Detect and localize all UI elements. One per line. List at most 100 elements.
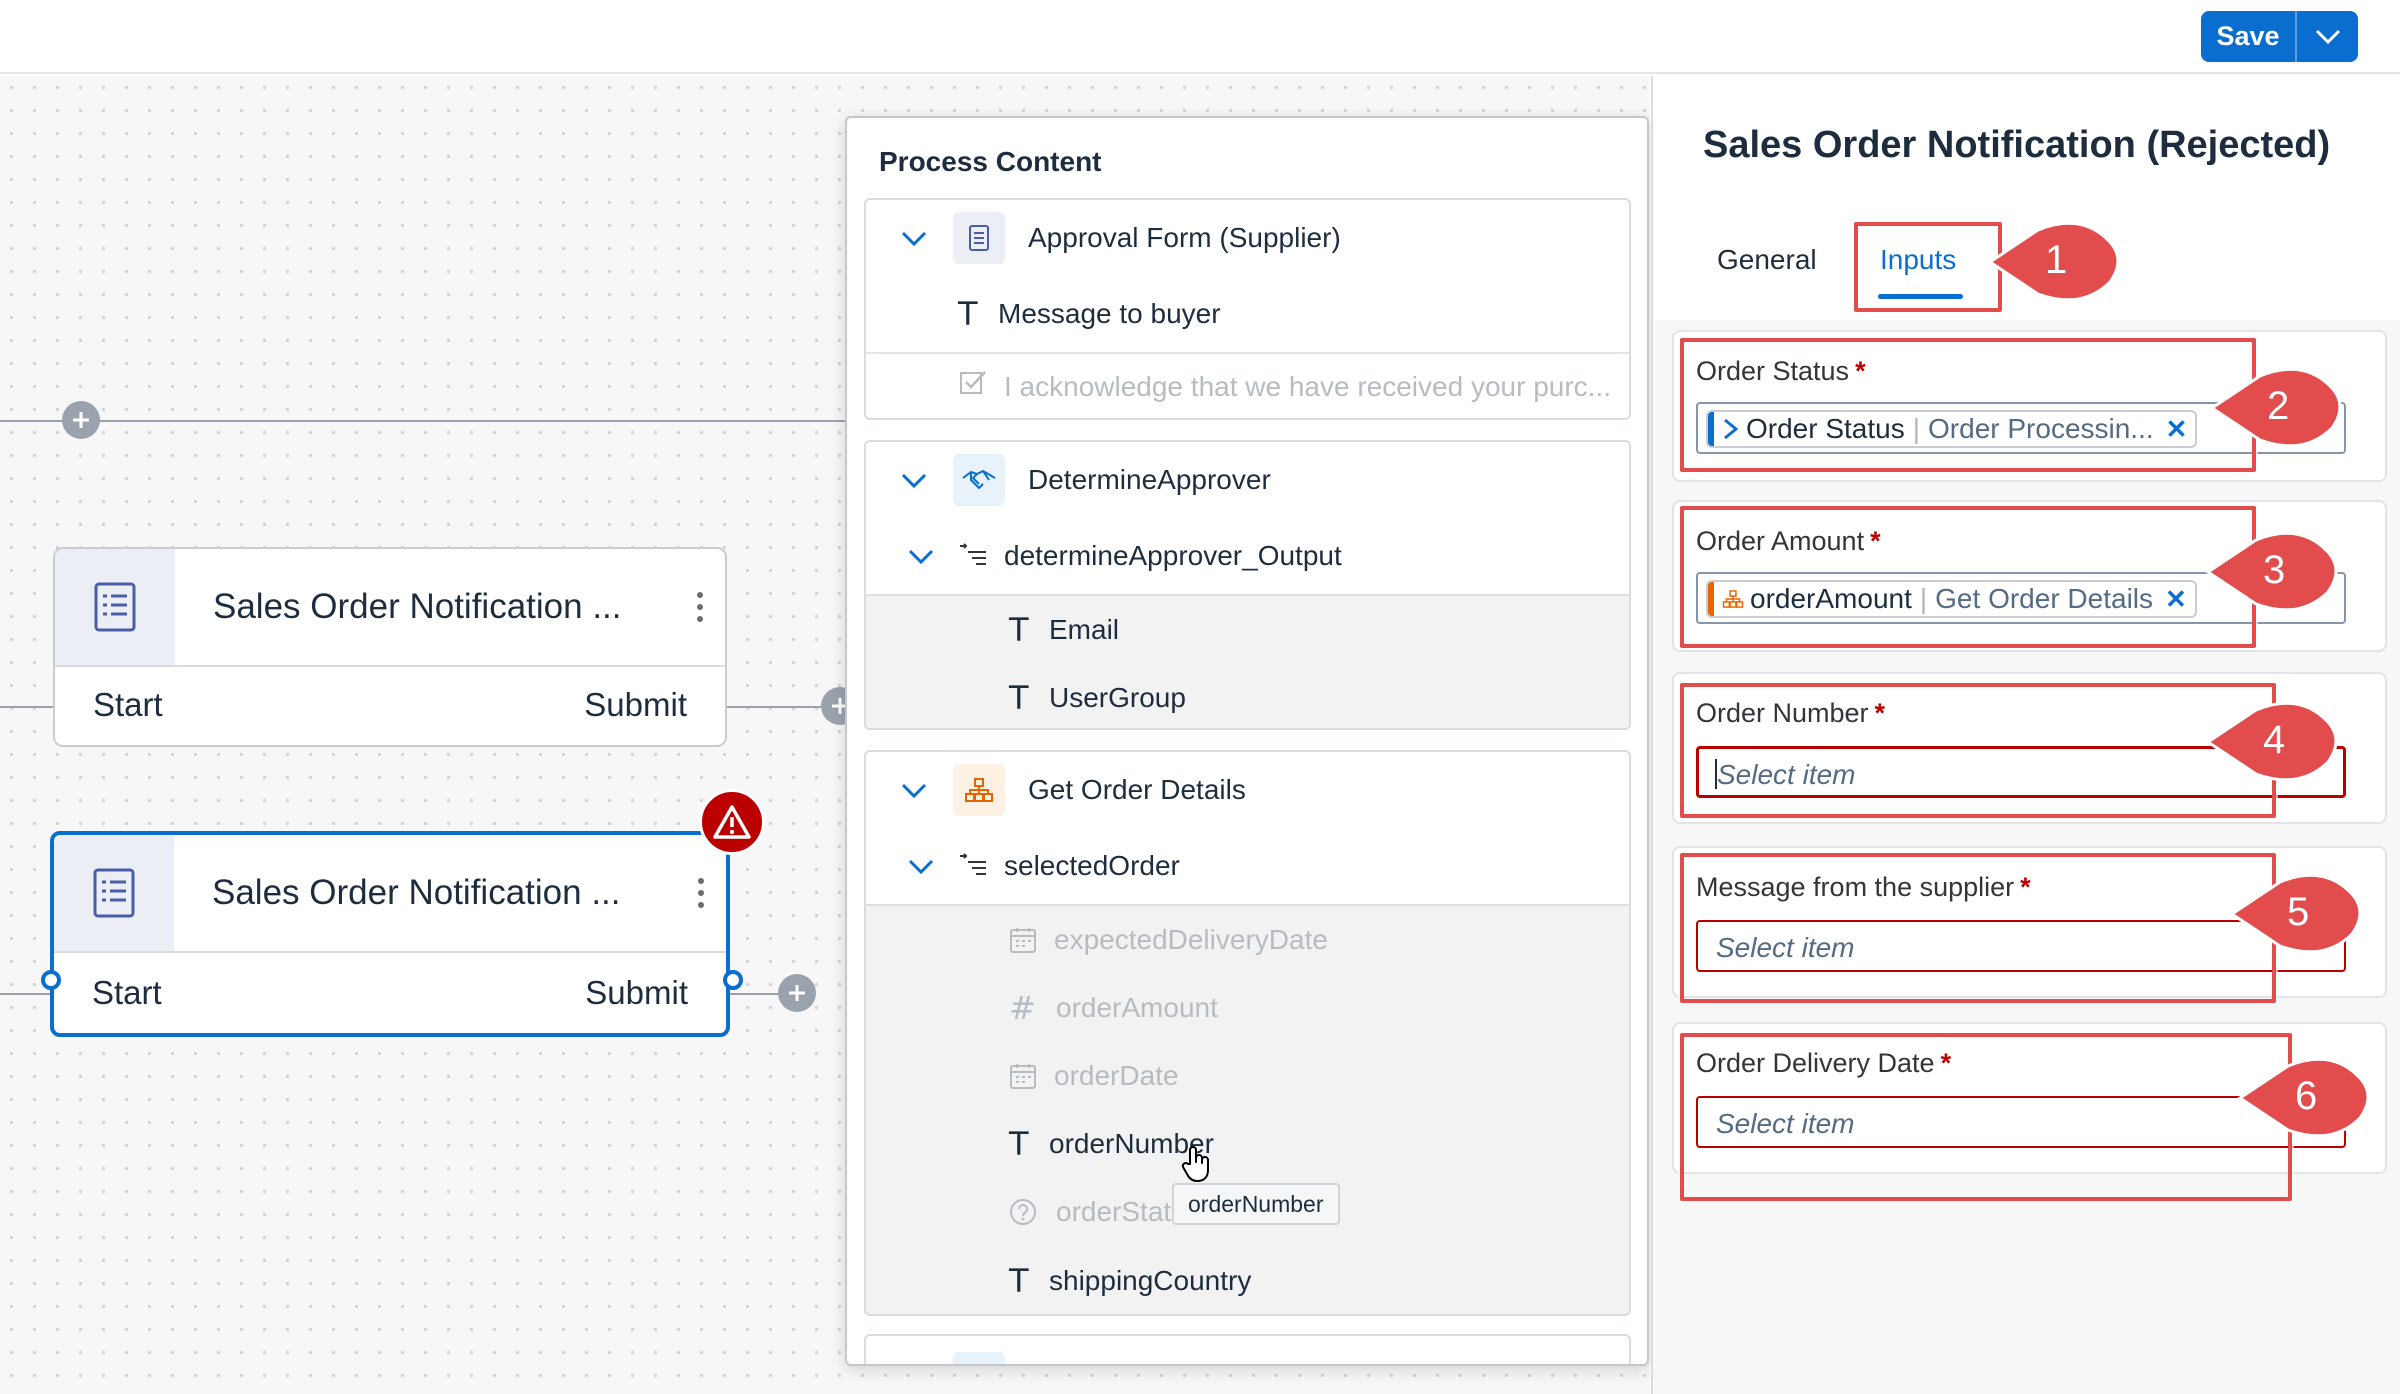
annotation-highlight-5 — [1680, 853, 2276, 1003]
plus-icon — [789, 985, 805, 1001]
node-footer: Start Submit — [55, 665, 725, 745]
item-label: shippingCountry — [1049, 1265, 1252, 1296]
group-header[interactable]: Get Order Details — [866, 752, 1629, 828]
item-label: Message to buyer — [998, 298, 1221, 329]
annotation-highlight-2 — [1680, 338, 2256, 472]
annotation-highlight-1 — [1854, 222, 2002, 312]
top-toolbar: Save — [0, 0, 2400, 74]
unknown-type-icon — [1010, 1199, 1036, 1225]
item-label: UserGroup — [1049, 682, 1186, 713]
node-start-label: Start — [93, 686, 163, 723]
callout-number-2: 2 — [2267, 384, 2290, 428]
item-label: orderStatu — [1056, 1196, 1187, 1227]
content-group-determine-approver: DetermineApprover determineApprover_Outp… — [864, 440, 1631, 730]
structure-icon — [960, 853, 986, 875]
content-item: I acknowledge that we have received your… — [866, 354, 1629, 418]
connector-line — [0, 706, 53, 708]
annotation-highlight-6 — [1680, 1033, 2292, 1201]
output-structure-row[interactable]: selectedOrder — [866, 828, 1629, 904]
form-icon — [54, 835, 174, 951]
checkbox-icon — [960, 371, 986, 394]
callout-number-5: 5 — [2287, 890, 2310, 934]
group-header[interactable]: DetermineApprover — [866, 442, 1629, 518]
node-header: Sales Order Notification ... — [54, 835, 726, 953]
add-step-button[interactable] — [778, 974, 816, 1012]
save-menu-button[interactable] — [2295, 11, 2358, 62]
content-item[interactable]: T shippingCountry — [866, 1246, 1629, 1314]
group-name: Get Order Details — [1028, 774, 1246, 805]
item-label: Email — [1049, 614, 1120, 645]
content-item[interactable]: T Message to buyer — [866, 276, 1629, 352]
popover-title: Process Content — [879, 146, 1102, 177]
callout-number-1: 1 — [2045, 238, 2068, 282]
calendar-icon — [1010, 1064, 1036, 1089]
form-step-node[interactable]: Sales Order Notification ... Start Submi… — [53, 547, 727, 747]
handshake-icon — [953, 454, 1005, 506]
content-item: orderDate — [866, 1042, 1629, 1110]
node-header: Sales Order Notification ... — [55, 549, 725, 667]
node-title: Sales Order Notification ... — [213, 587, 622, 626]
calendar-icon — [1010, 928, 1036, 953]
content-item: # orderAmount — [866, 974, 1629, 1042]
group-name: DetermineApprover — [1028, 464, 1271, 495]
text-type-icon: T — [958, 295, 978, 333]
callout-number-6: 6 — [2295, 1074, 2318, 1118]
process-content-popover: Process Content Approval Form (Supplier)… — [845, 116, 1649, 1366]
connector-line — [0, 993, 50, 995]
hierarchy-icon — [953, 764, 1005, 816]
content-group-get-order-details: Get Order Details selectedOrder expected… — [864, 750, 1631, 1316]
content-item[interactable]: T UserGroup — [866, 664, 1629, 728]
callout-number-3: 3 — [2263, 548, 2286, 592]
text-type-icon: T — [1009, 1262, 1029, 1300]
number-type-icon: # — [1009, 989, 1036, 1027]
panel-title: Sales Order Notification (Rejected) — [1703, 124, 2331, 166]
node-title: Sales Order Notification ... — [212, 873, 621, 912]
warning-icon[interactable] — [699, 789, 765, 855]
tab-general[interactable]: General — [1717, 244, 1817, 276]
item-label: orderAmount — [1056, 992, 1218, 1023]
item-label: orderDate — [1054, 1060, 1179, 1091]
content-item[interactable]: T Email — [866, 594, 1629, 664]
chevron-down-icon[interactable] — [906, 852, 936, 882]
chevron-down-icon[interactable] — [899, 466, 929, 496]
save-button[interactable]: Save — [2201, 11, 2295, 62]
text-type-icon: T — [1009, 679, 1029, 717]
more-options-icon[interactable] — [675, 592, 725, 622]
item-label: expectedDeliveryDate — [1054, 924, 1328, 955]
structure-label: determineApprover_Output — [1004, 540, 1342, 571]
content-item-hovered[interactable]: T orderNumber — [866, 1110, 1629, 1182]
chevron-down-icon[interactable] — [899, 224, 929, 254]
save-button-group: Save — [2201, 11, 2358, 62]
node-submit-label: Submit — [584, 686, 687, 723]
input-port[interactable] — [41, 970, 61, 990]
connector-line — [0, 420, 848, 422]
node-footer: Start Submit — [54, 953, 726, 1033]
chevron-down-icon[interactable] — [906, 542, 936, 572]
connector-line — [730, 993, 780, 995]
text-type-icon: T — [1009, 611, 1029, 649]
content-group-partial — [864, 1334, 1631, 1364]
item-label: I acknowledge that we have received your… — [1004, 371, 1612, 402]
output-structure-row[interactable]: determineApprover_Output — [866, 518, 1629, 594]
form-icon — [953, 212, 1005, 264]
form-icon — [55, 549, 175, 665]
group-name: Approval Form (Supplier) — [1028, 222, 1341, 253]
add-step-button[interactable] — [62, 401, 100, 439]
structure-icon — [960, 543, 986, 565]
node-start-label: Start — [92, 974, 162, 1011]
plus-icon — [73, 412, 89, 428]
output-port[interactable] — [723, 970, 743, 990]
group-icon — [953, 1352, 1005, 1364]
chevron-down-icon — [2315, 29, 2340, 44]
text-type-icon: T — [1009, 1125, 1029, 1163]
form-step-node-selected[interactable]: Sales Order Notification ... Start Submi… — [41, 789, 765, 1037]
structure-label: selectedOrder — [1004, 850, 1180, 881]
annotation-highlight-3 — [1680, 506, 2256, 648]
annotation-highlight-4 — [1680, 683, 2276, 818]
content-group-approval-form: Approval Form (Supplier) T Message to bu… — [864, 198, 1631, 420]
content-item: expectedDeliveryDate — [866, 906, 1629, 974]
more-options-icon[interactable] — [676, 878, 726, 908]
item-tooltip: orderNumber — [1172, 1183, 1340, 1225]
chevron-down-icon[interactable] — [899, 776, 929, 806]
group-header[interactable]: Approval Form (Supplier) — [866, 200, 1629, 276]
